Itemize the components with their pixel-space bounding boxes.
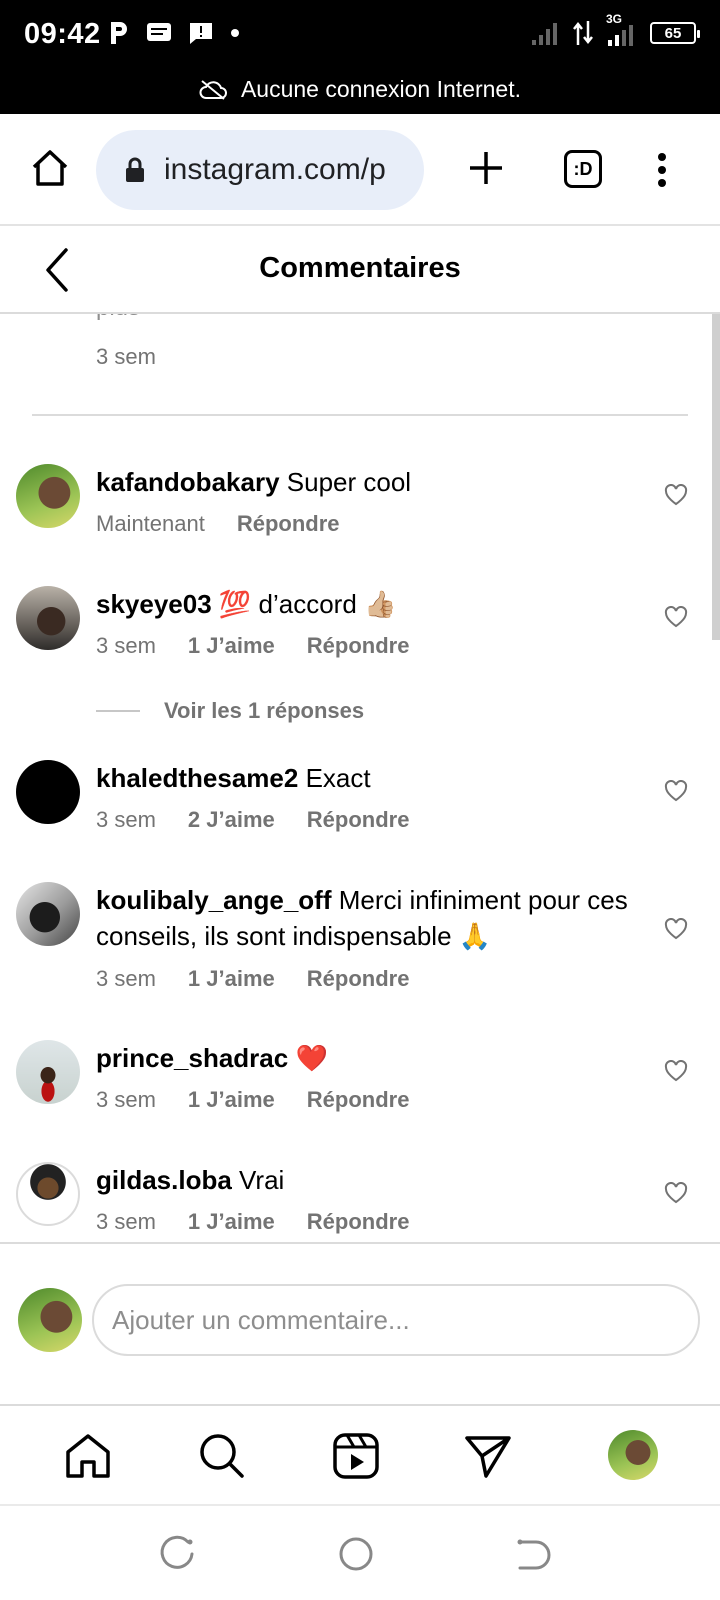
- clock: 09:42: [24, 18, 101, 50]
- battery-icon: 65: [650, 22, 700, 44]
- comment-time: 3 sem: [96, 1209, 156, 1234]
- offline-banner: Aucune connexion Internet.: [0, 76, 720, 103]
- username[interactable]: kafandobakary: [96, 467, 280, 497]
- data-arrows-icon: [573, 21, 593, 45]
- comment-text: skyeye03 💯 d’accord 👍🏼: [96, 586, 636, 622]
- comment-time: 3 sem: [96, 1087, 156, 1112]
- profile-avatar[interactable]: [608, 1430, 658, 1480]
- divider: [32, 414, 688, 416]
- search-icon[interactable]: [196, 1430, 248, 1482]
- comment-text: kafandobakary Super cool: [96, 464, 636, 500]
- comment-meta: 3 sem 1 J’aime Répondre: [96, 1209, 409, 1235]
- comments-header: Commentaires: [0, 226, 720, 314]
- likes-count[interactable]: 1 J’aime: [188, 1087, 275, 1113]
- comment-meta: 3 sem 1 J’aime Répondre: [96, 1087, 409, 1113]
- url-text[interactable]: instagram.com/p: [164, 153, 404, 187]
- add-comment-bar: Ajouter un commentaire...: [0, 1242, 720, 1404]
- username[interactable]: khaledthesame2: [96, 763, 298, 793]
- reply-button[interactable]: Répondre: [307, 1209, 410, 1235]
- likes-count[interactable]: 1 J’aime: [188, 966, 275, 992]
- reply-button[interactable]: Répondre: [307, 966, 410, 992]
- my-avatar: [18, 1288, 82, 1352]
- comment-time: 3 sem: [96, 807, 156, 832]
- avatar[interactable]: [16, 1040, 80, 1104]
- scrollbar[interactable]: [712, 314, 720, 640]
- reply-button[interactable]: Répondre: [307, 633, 410, 659]
- username[interactable]: koulibaly_ange_off: [96, 885, 332, 915]
- comment-body: Super cool: [286, 467, 412, 497]
- more-vert-icon[interactable]: [650, 152, 674, 188]
- comment-text: khaledthesame2 Exact: [96, 760, 636, 796]
- instagram-bottom-nav: [0, 1404, 720, 1504]
- previous-comment-fragment: plus: [96, 314, 140, 322]
- parking-app-icon: [111, 22, 127, 44]
- new-tab-icon[interactable]: [464, 146, 508, 190]
- comment-meta: 3 sem 1 J’aime Répondre: [96, 966, 409, 992]
- heart-icon[interactable]: [664, 780, 688, 802]
- comment-meta: 3 sem 1 J’aime Répondre: [96, 633, 409, 659]
- comment-text: prince_shadrac ❤️: [96, 1040, 636, 1076]
- comment-time: Maintenant: [96, 511, 205, 536]
- comment-body: Vrai: [239, 1165, 285, 1195]
- replies-line: [96, 710, 140, 712]
- likes-count[interactable]: 2 J’aime: [188, 807, 275, 833]
- home-circle-icon[interactable]: [336, 1534, 376, 1574]
- reels-icon[interactable]: [330, 1430, 382, 1482]
- reply-button[interactable]: Répondre: [307, 807, 410, 833]
- previous-comment-time: 3 sem: [96, 344, 156, 369]
- cloud-off-icon: [199, 79, 227, 100]
- reply-button[interactable]: Répondre: [237, 511, 340, 537]
- username[interactable]: prince_shadrac: [96, 1043, 288, 1073]
- heart-icon[interactable]: [664, 484, 688, 506]
- username[interactable]: gildas.loba: [96, 1165, 232, 1195]
- direct-message-icon[interactable]: [462, 1430, 514, 1482]
- browser-home-icon[interactable]: [28, 146, 72, 190]
- status-bar: 09:42 3G 65 Aucune connexion Internet.: [0, 0, 720, 114]
- comment-list[interactable]: plus 3 sem kafandobakary Super cool Main…: [0, 314, 720, 1242]
- comment-time: 3 sem: [96, 966, 156, 991]
- browser-toolbar: instagram.com/p :D: [0, 114, 720, 226]
- dot-icon: [231, 29, 239, 37]
- offline-text: Aucune connexion Internet.: [240, 76, 522, 102]
- avatar[interactable]: [16, 586, 80, 650]
- heart-icon[interactable]: [664, 606, 688, 628]
- view-replies-button[interactable]: Voir les 1 réponses: [96, 698, 364, 724]
- comment-meta: Maintenant Répondre: [96, 511, 340, 537]
- heart-icon[interactable]: [664, 1060, 688, 1082]
- message-icon: [147, 23, 171, 41]
- avatar[interactable]: [16, 882, 80, 946]
- comment-body: ❤️: [295, 1043, 328, 1073]
- page-title: Commentaires: [259, 252, 461, 284]
- home-icon[interactable]: [62, 1430, 114, 1482]
- signal-weak-icon: [532, 23, 557, 45]
- likes-count[interactable]: 1 J’aime: [188, 633, 275, 659]
- comment-meta: 3 sem 2 J’aime Répondre: [96, 807, 409, 833]
- comment-time: 3 sem: [96, 633, 156, 658]
- avatar[interactable]: [16, 1162, 80, 1226]
- comment-body: Exact: [305, 763, 371, 793]
- avatar[interactable]: [16, 464, 80, 528]
- comment-input[interactable]: Ajouter un commentaire...: [92, 1284, 700, 1356]
- back-nav-icon[interactable]: [514, 1534, 554, 1574]
- reply-button[interactable]: Répondre: [307, 1087, 410, 1113]
- heart-icon[interactable]: [664, 918, 688, 940]
- heart-icon[interactable]: [664, 1182, 688, 1204]
- avatar[interactable]: [16, 760, 80, 824]
- url-bar[interactable]: instagram.com/p: [96, 130, 424, 210]
- likes-count[interactable]: 1 J’aime: [188, 1209, 275, 1235]
- notification-icons: [108, 20, 240, 46]
- lock-icon[interactable]: [124, 156, 146, 184]
- view-replies-label[interactable]: Voir les 1 réponses: [164, 698, 364, 724]
- alert-message-icon: [190, 23, 212, 44]
- system-status-icons: 3G 65: [530, 12, 700, 48]
- comment-text: gildas.loba Vrai: [96, 1162, 636, 1198]
- tab-switcher-button[interactable]: :D: [564, 150, 602, 188]
- comment-body: 💯 d’accord 👍🏼: [218, 589, 397, 619]
- signal-3g-icon: 3G: [606, 12, 638, 48]
- system-navigation-bar: [0, 1504, 720, 1600]
- username[interactable]: skyeye03: [96, 589, 212, 619]
- comment-text: koulibaly_ange_off Merci infiniment pour…: [96, 882, 636, 954]
- recent-apps-icon[interactable]: [158, 1534, 198, 1574]
